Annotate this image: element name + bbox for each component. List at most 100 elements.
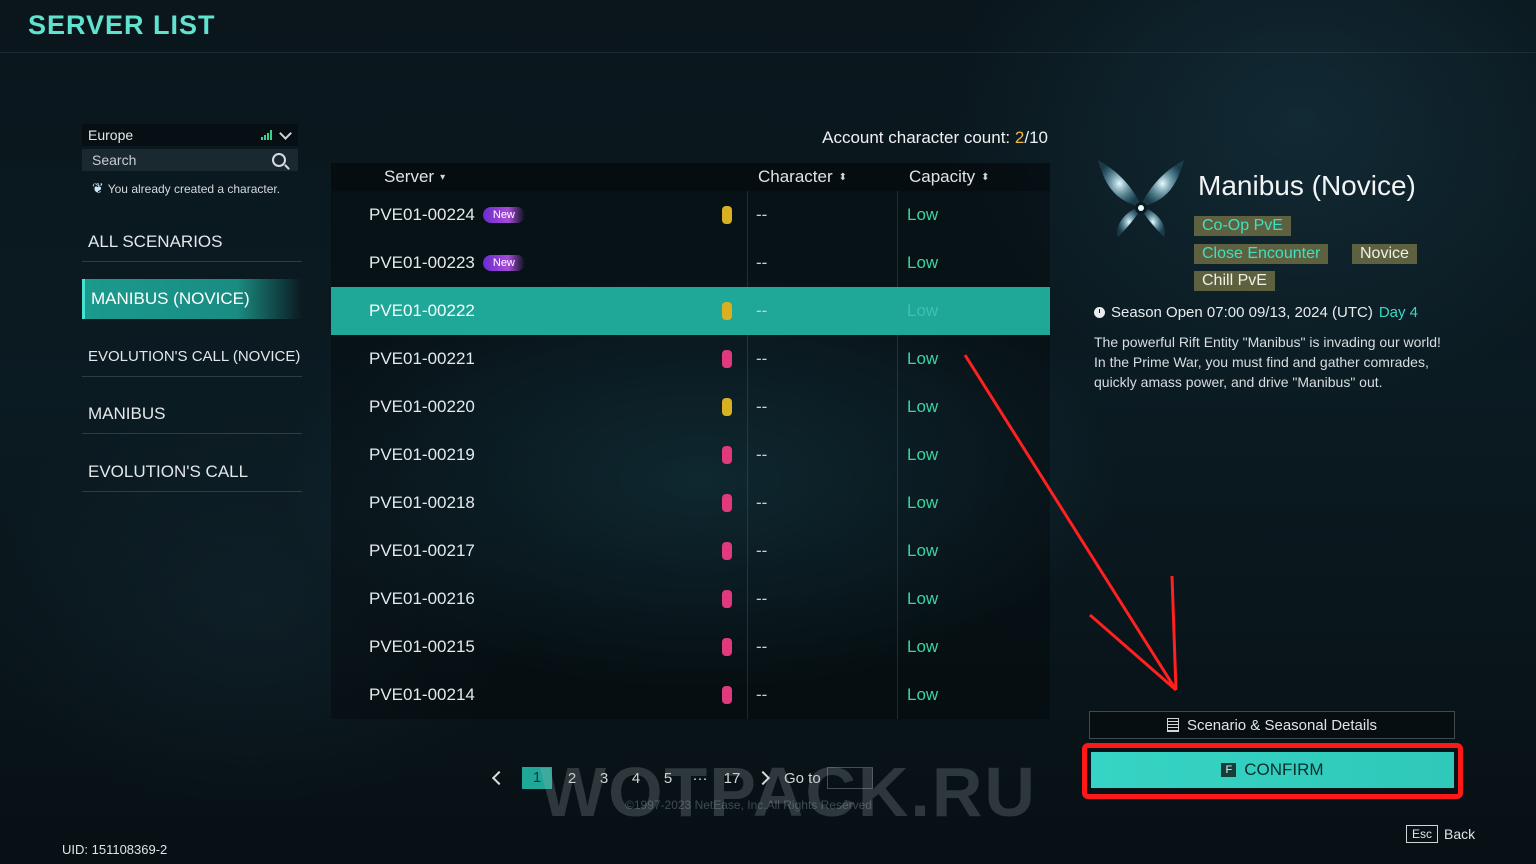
region-label: Europe [88,127,134,143]
season-open-text: Season Open 07:00 09/13, 2024 (UTC) [1111,304,1373,321]
population-icon [722,398,732,416]
server-description: The powerful Rift Entity "Manibus" is in… [1094,334,1441,390]
category-evolutions-call[interactable]: EVOLUTION'S CALL [82,452,302,492]
category-all-scenarios[interactable]: ALL SCENARIOS [82,222,302,262]
character-created-note: ❦ You already created a character. [92,180,280,197]
server-row[interactable]: PVE01-00223 New -- Low [331,239,1050,287]
server-name-cell: PVE01-00219 [369,445,475,465]
capacity-cell: Low [907,685,939,704]
capacity-cell: Low [907,253,939,272]
title-divider [0,52,1536,53]
confirm-label: CONFIRM [1244,760,1324,779]
population-icon [722,686,732,704]
population-icon [722,302,732,320]
season-info: Season Open 07:00 09/13, 2024 (UTC) Day … [1094,304,1418,321]
search-input[interactable]: Search [82,149,298,171]
chevron-down-icon [279,126,292,140]
category-label: MANIBUS [88,403,166,423]
prev-page-icon[interactable] [491,770,507,786]
category-label: EVOLUTION'S CALL [88,461,249,481]
server-name-cell: PVE01-00218 [369,493,475,513]
server-name-cell: PVE01-00215 [369,637,475,657]
category-label: ALL SCENARIOS [88,231,223,251]
server-name: PVE01-00218 [369,493,475,512]
search-placeholder: Search [92,152,137,168]
column-server[interactable]: Server ▾ [384,167,445,187]
back-button[interactable]: Esc Back [1406,825,1475,843]
back-label: Back [1444,826,1476,842]
column-character-label: Character [758,167,833,186]
population-icon [722,590,732,608]
tag-novice: Novice [1352,244,1417,264]
capacity-cell: Low [907,205,939,224]
server-row[interactable]: PVE01-00215 -- Low [331,623,1050,671]
sort-icon: ⬍ [981,171,990,183]
capacity-cell: Low [907,397,939,416]
key-hint-esc: Esc [1406,825,1439,843]
server-name-cell: PVE01-00216 [369,589,475,609]
population-icon [722,542,732,560]
category-manibus[interactable]: MANIBUS [82,394,302,434]
capacity-cell: Low [907,349,939,368]
server-name-cell: PVE01-00222 [369,301,475,321]
scenario-details-button[interactable]: Scenario & Seasonal Details [1089,711,1455,739]
signal-icon [261,130,273,140]
scenario-details-label: Scenario & Seasonal Details [1186,716,1378,734]
account-count-label: Account character count: [822,128,1011,147]
character-cell: -- [756,493,768,512]
server-table-header: Server ▾ Character ⬍ Capacity ⬍ [331,163,1050,191]
server-title: Manibus (Novice) [1198,170,1416,201]
server-name-cell: PVE01-00221 [369,349,475,369]
character-cell: -- [756,685,768,704]
tag-chill-pve: Chill PvE [1194,271,1275,291]
tag-list: Co-Op PvE Close Encounter Novice Chill P… [1194,216,1474,296]
character-cell: -- [756,205,768,224]
character-cell: -- [756,589,768,608]
column-character[interactable]: Character ⬍ [758,167,847,187]
created-note-text: You already created a character. [107,181,281,196]
population-icon [722,638,732,656]
character-cell: -- [756,349,768,368]
server-row[interactable]: PVE01-00218 -- Low [331,479,1050,527]
server-row[interactable]: PVE01-00220 -- Low [331,383,1050,431]
server-name-cell: PVE01-00224 New [369,205,525,225]
document-icon [1166,718,1179,732]
column-capacity[interactable]: Capacity ⬍ [909,167,990,187]
account-count-max: /10 [1024,128,1048,147]
butterfly-emblem-icon [1098,160,1184,237]
column-server-label: Server [384,167,435,186]
population-icon [722,350,732,368]
column-capacity-label: Capacity [909,167,976,186]
server-row[interactable]: PVE01-00214 -- Low [331,671,1050,719]
confirm-button[interactable]: F CONFIRM [1091,752,1454,788]
server-row[interactable]: PVE01-00219 -- Low [331,431,1050,479]
server-name: PVE01-00223 [369,253,475,272]
season-day: Day 4 [1378,304,1419,321]
search-icon[interactable] [272,153,286,167]
server-table: PVE01-00224 New -- Low PVE01-00223 New -- Low PV… [331,191,1050,719]
server-name: PVE01-00216 [369,589,475,608]
category-evolutions-call-novice[interactable]: EVOLUTION'S CALL (NOVICE) [82,337,302,377]
butterfly-icon: ❦ [92,180,104,196]
server-row[interactable]: PVE01-00221 -- Low [331,335,1050,383]
population-icon [722,446,732,464]
tag-coop-pve: Co-Op PvE [1194,216,1291,236]
region-dropdown[interactable]: Europe [82,124,298,146]
new-badge: New [482,255,525,271]
page-title: SERVER LIST [28,10,216,40]
tag-close-encounter: Close Encounter [1194,244,1329,264]
category-label: EVOLUTION'S CALL (NOVICE) [88,348,301,365]
server-row[interactable]: PVE01-00224 New -- Low [331,191,1050,239]
server-row[interactable]: PVE01-00217 -- Low [331,527,1050,575]
account-count-current: 2 [1014,128,1025,147]
server-name-cell: PVE01-00217 [369,541,475,561]
server-row[interactable]: PVE01-00222 -- Low [331,287,1050,335]
category-manibus-novice[interactable]: MANIBUS (NOVICE) [82,279,302,319]
server-name-cell: PVE01-00220 [369,397,475,417]
server-row[interactable]: PVE01-00216 -- Low [331,575,1050,623]
sort-icon: ⬍ [838,171,848,183]
character-cell: -- [756,541,768,560]
capacity-cell: Low [907,589,939,608]
capacity-cell: Low [907,493,939,512]
capacity-cell: Low [907,541,939,560]
